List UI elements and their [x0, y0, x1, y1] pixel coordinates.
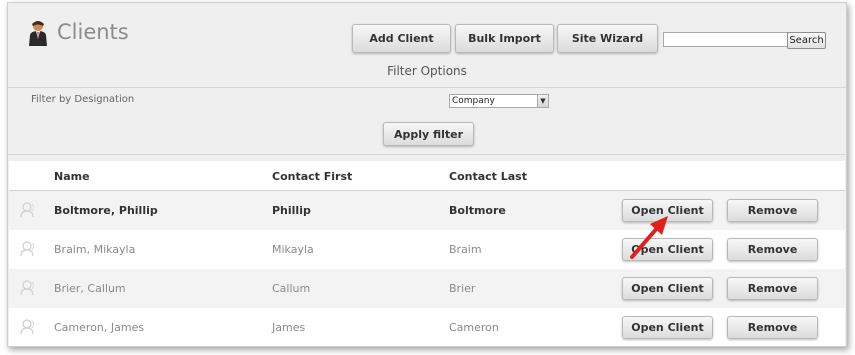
search-input[interactable]	[663, 32, 789, 47]
open-client-button[interactable]: Open Client	[622, 316, 713, 339]
table-header: Name Contact First Contact Last	[9, 161, 845, 191]
designation-select-value: Company	[452, 96, 495, 106]
remove-button[interactable]: Remove	[727, 199, 818, 222]
remove-button[interactable]: Remove	[727, 277, 818, 300]
site-wizard-button[interactable]: Site Wizard	[557, 24, 658, 53]
filter-by-designation-label: Filter by Designation	[31, 94, 135, 105]
person-icon	[29, 21, 47, 46]
contact-last: Braim	[449, 243, 482, 256]
table-row[interactable]: Cameron, James James Cameron Open Client…	[9, 308, 845, 346]
contact-first: Callum	[272, 282, 311, 295]
client-name: Boltmore, Phillip	[54, 204, 158, 217]
open-client-button[interactable]: Open Client	[622, 277, 713, 300]
annotation-arrow-icon	[630, 216, 668, 259]
search-button[interactable]: Search	[787, 32, 826, 49]
column-header-contact-first[interactable]: Contact First	[272, 170, 352, 183]
contact-last: Brier	[449, 282, 476, 295]
client-name: Brier, Callum	[54, 282, 126, 295]
page-header: Clients Add Client Bulk Import Site Wiza…	[8, 3, 846, 87]
remove-button[interactable]: Remove	[727, 238, 818, 261]
client-name: Braim, Mikayla	[54, 243, 136, 256]
chevron-down-icon[interactable]: ▼	[537, 95, 548, 107]
contact-first: Phillip	[272, 204, 311, 217]
client-name: Cameron, James	[54, 321, 145, 334]
contact-first: James	[272, 321, 306, 334]
contact-last: Cameron	[449, 321, 499, 334]
filter-panel: Filter by Designation Company ▼ Apply fi…	[8, 87, 846, 155]
user-silhouette-icon	[20, 202, 34, 218]
add-client-button[interactable]: Add Client	[352, 24, 451, 53]
remove-button[interactable]: Remove	[727, 316, 818, 339]
user-silhouette-icon	[20, 319, 34, 335]
table-row[interactable]: Braim, Mikayla Mikayla Braim Open Client…	[9, 230, 845, 269]
apply-filter-button[interactable]: Apply filter	[383, 122, 474, 146]
table-row[interactable]: Brier, Callum Callum Brier Open Client R…	[9, 269, 845, 308]
contact-first: Mikayla	[272, 243, 314, 256]
user-silhouette-icon	[20, 280, 34, 296]
clients-page: Clients Add Client Bulk Import Site Wiza…	[7, 2, 847, 347]
user-silhouette-icon	[20, 241, 34, 257]
table-row[interactable]: Boltmore, Phillip Phillip Boltmore Open …	[9, 191, 845, 230]
filter-options-title: Filter Options	[387, 64, 467, 78]
bulk-import-button[interactable]: Bulk Import	[455, 24, 554, 53]
clients-table: Name Contact First Contact Last Boltmore…	[9, 161, 845, 346]
page-title: Clients	[57, 20, 129, 44]
designation-select[interactable]: Company ▼	[449, 94, 549, 108]
column-header-name[interactable]: Name	[54, 170, 90, 183]
column-header-contact-last[interactable]: Contact Last	[449, 170, 527, 183]
contact-last: Boltmore	[449, 204, 506, 217]
